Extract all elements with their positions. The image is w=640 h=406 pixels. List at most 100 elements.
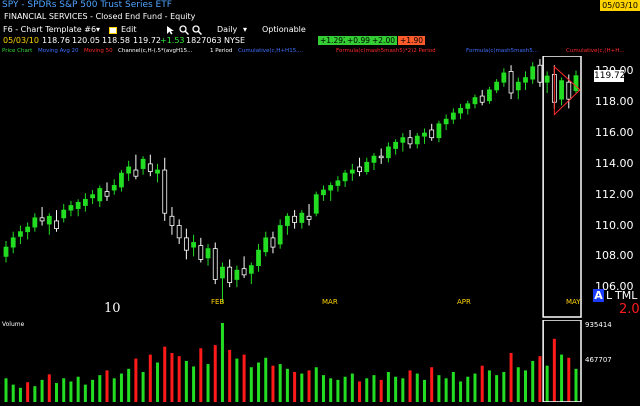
- candle[interactable]: [234, 265, 240, 288]
- candle[interactable]: [537, 59, 543, 87]
- candle[interactable]: [508, 65, 514, 100]
- candle[interactable]: [162, 157, 168, 221]
- candle[interactable]: [443, 114, 449, 130]
- candle[interactable]: [183, 228, 189, 260]
- candle[interactable]: [119, 170, 124, 192]
- candle[interactable]: [126, 160, 132, 181]
- candle[interactable]: [54, 210, 59, 232]
- candle[interactable]: [450, 108, 456, 124]
- candle[interactable]: [270, 231, 276, 254]
- candle[interactable]: [299, 210, 305, 229]
- cursor-icon[interactable]: [166, 25, 176, 35]
- candle[interactable]: [133, 154, 139, 180]
- candle[interactable]: [321, 185, 326, 201]
- candle[interactable]: [220, 262, 225, 303]
- candle[interactable]: [349, 163, 355, 181]
- candle[interactable]: [248, 262, 254, 285]
- candle[interactable]: [292, 210, 298, 229]
- study-period[interactable]: 1 Period: [210, 46, 232, 56]
- study-cumulative-2[interactable]: Cumulative(c,(H+H...: [566, 46, 624, 56]
- zoom-in-icon[interactable]: [179, 25, 190, 36]
- candle[interactable]: [458, 103, 463, 120]
- candle[interactable]: [335, 176, 341, 192]
- candle[interactable]: [90, 190, 95, 204]
- candle[interactable]: [212, 242, 218, 285]
- candle[interactable]: [46, 213, 52, 235]
- candle[interactable]: [256, 244, 261, 272]
- candle[interactable]: [18, 225, 23, 245]
- candle[interactable]: [32, 213, 38, 232]
- candle[interactable]: [501, 68, 507, 87]
- candle[interactable]: [487, 86, 492, 104]
- study-channel[interactable]: Channel(c,H-(.5*(avgH15...: [118, 46, 192, 56]
- candle[interactable]: [191, 234, 196, 257]
- candle[interactable]: [227, 259, 233, 288]
- candle[interactable]: [400, 133, 406, 152]
- study-formula-1[interactable]: Formula(c(mash5mash5)*2)2 Period: [336, 46, 436, 56]
- study-price-chart[interactable]: Price Chart: [2, 46, 32, 56]
- candle[interactable]: [393, 139, 399, 155]
- candle[interactable]: [364, 157, 370, 175]
- candle[interactable]: [97, 185, 103, 208]
- candle[interactable]: [378, 148, 384, 164]
- candle[interactable]: [68, 200, 74, 217]
- zoom-out-icon[interactable]: [192, 25, 203, 36]
- candle[interactable]: [515, 77, 521, 100]
- candle[interactable]: [241, 256, 247, 278]
- volume-chart-svg[interactable]: [0, 319, 582, 403]
- candle[interactable]: [39, 207, 45, 226]
- candle[interactable]: [494, 79, 500, 93]
- candle[interactable]: [111, 179, 117, 195]
- candle[interactable]: [465, 100, 471, 115]
- candle[interactable]: [263, 231, 269, 257]
- candle[interactable]: [82, 193, 88, 212]
- candle[interactable]: [573, 70, 579, 94]
- candle[interactable]: [61, 203, 67, 223]
- candle[interactable]: [530, 62, 536, 84]
- edit-icon[interactable]: [108, 25, 118, 35]
- candle[interactable]: [357, 157, 362, 177]
- candle[interactable]: [306, 203, 312, 226]
- alert-l-label[interactable]: L: [606, 289, 612, 302]
- candle[interactable]: [104, 182, 110, 201]
- study-ma-20[interactable]: Moving Avg 20: [38, 46, 79, 56]
- candle[interactable]: [436, 120, 442, 143]
- candle[interactable]: [176, 219, 182, 245]
- candle[interactable]: [422, 128, 427, 144]
- candle[interactable]: [342, 170, 348, 187]
- volume-pane[interactable]: Volume: [0, 319, 582, 403]
- candle[interactable]: [205, 244, 211, 266]
- candle[interactable]: [169, 207, 175, 235]
- candle[interactable]: [10, 231, 16, 254]
- candle[interactable]: [414, 133, 420, 149]
- candle[interactable]: [198, 237, 204, 263]
- study-ma-50[interactable]: Moving 50: [84, 46, 113, 56]
- candle[interactable]: [544, 71, 550, 93]
- candle[interactable]: [328, 182, 334, 201]
- price-chart-pane[interactable]: 10 FEB MAR APR MAY: [0, 55, 582, 318]
- candle-body: [277, 225, 283, 245]
- alert-a-button[interactable]: A: [593, 289, 604, 302]
- candle[interactable]: [407, 129, 413, 149]
- candle-body: [46, 215, 52, 225]
- candle[interactable]: [559, 77, 564, 106]
- candle[interactable]: [277, 219, 283, 249]
- price-chart-svg[interactable]: [0, 55, 582, 318]
- candle[interactable]: [284, 213, 290, 235]
- study-cumulative-1[interactable]: Cumulative(c,H+H15,...: [238, 46, 303, 56]
- candle[interactable]: [429, 123, 435, 141]
- candle[interactable]: [3, 240, 9, 263]
- candle[interactable]: [75, 199, 81, 217]
- candle[interactable]: [523, 71, 528, 90]
- candle[interactable]: [371, 153, 377, 171]
- candle[interactable]: [140, 156, 146, 175]
- candle[interactable]: [313, 191, 319, 217]
- candle[interactable]: [472, 94, 478, 109]
- candle[interactable]: [25, 222, 31, 240]
- candle[interactable]: [479, 89, 485, 106]
- candle[interactable]: [155, 163, 160, 183]
- candle[interactable]: [386, 142, 391, 163]
- study-formula-2[interactable]: Formula(c(mash5mash5...: [466, 46, 538, 56]
- candle[interactable]: [147, 154, 153, 177]
- alert-tml-label[interactable]: TML: [615, 289, 637, 302]
